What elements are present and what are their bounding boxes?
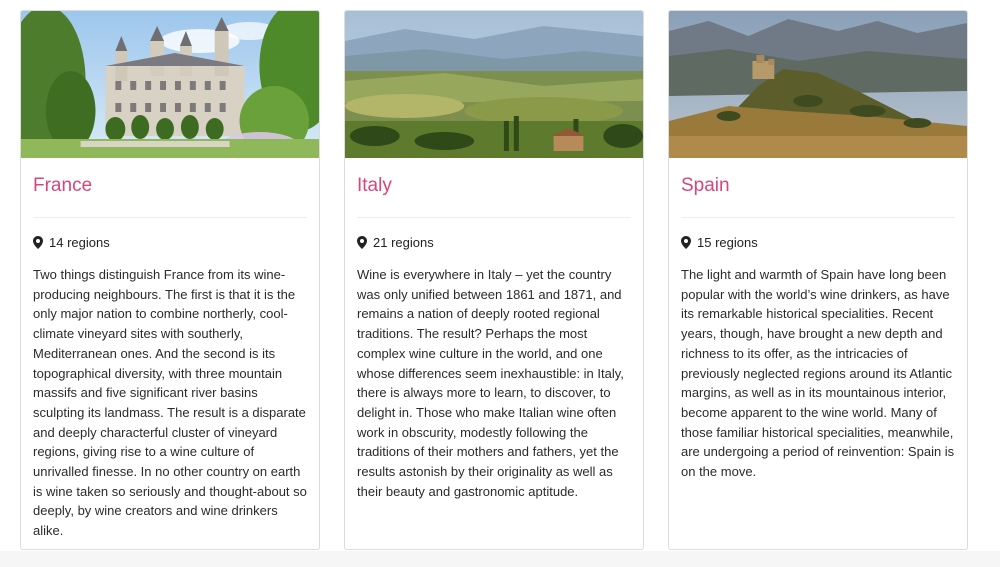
country-description: Two things distinguish France from its w… <box>33 267 307 539</box>
country-title[interactable]: Spain <box>681 175 730 197</box>
country-description: The light and warmth of Spain have long … <box>681 267 955 480</box>
regions-count: 15 regions <box>681 235 758 250</box>
regions-label: 15 regions <box>697 235 758 250</box>
country-card-france[interactable]: France 14 regions Two things distinguish… <box>20 10 320 550</box>
france-chateau-image[interactable] <box>21 11 319 158</box>
regions-label: 14 regions <box>49 235 110 250</box>
country-card-italy[interactable]: Italy 21 regions Wine is everywhere in I… <box>344 10 644 550</box>
spain-castle-image[interactable] <box>669 11 967 158</box>
page-footer-strip <box>0 551 1000 567</box>
regions-count: 21 regions <box>357 235 434 250</box>
country-title[interactable]: Italy <box>357 175 392 197</box>
divider <box>357 217 631 218</box>
country-title[interactable]: France <box>33 175 92 197</box>
country-card-spain[interactable]: Spain 15 regions The light and warmth of… <box>668 10 968 550</box>
italy-landscape-image[interactable] <box>345 11 643 158</box>
country-cards: France 14 regions Two things distinguish… <box>0 0 1000 567</box>
regions-label: 21 regions <box>373 235 434 250</box>
map-marker-icon <box>33 236 43 249</box>
divider <box>681 217 955 218</box>
map-marker-icon <box>681 236 691 249</box>
country-description: Wine is everywhere in Italy – yet the co… <box>357 267 624 499</box>
map-marker-icon <box>357 236 367 249</box>
regions-count: 14 regions <box>33 235 110 250</box>
divider <box>33 217 307 218</box>
